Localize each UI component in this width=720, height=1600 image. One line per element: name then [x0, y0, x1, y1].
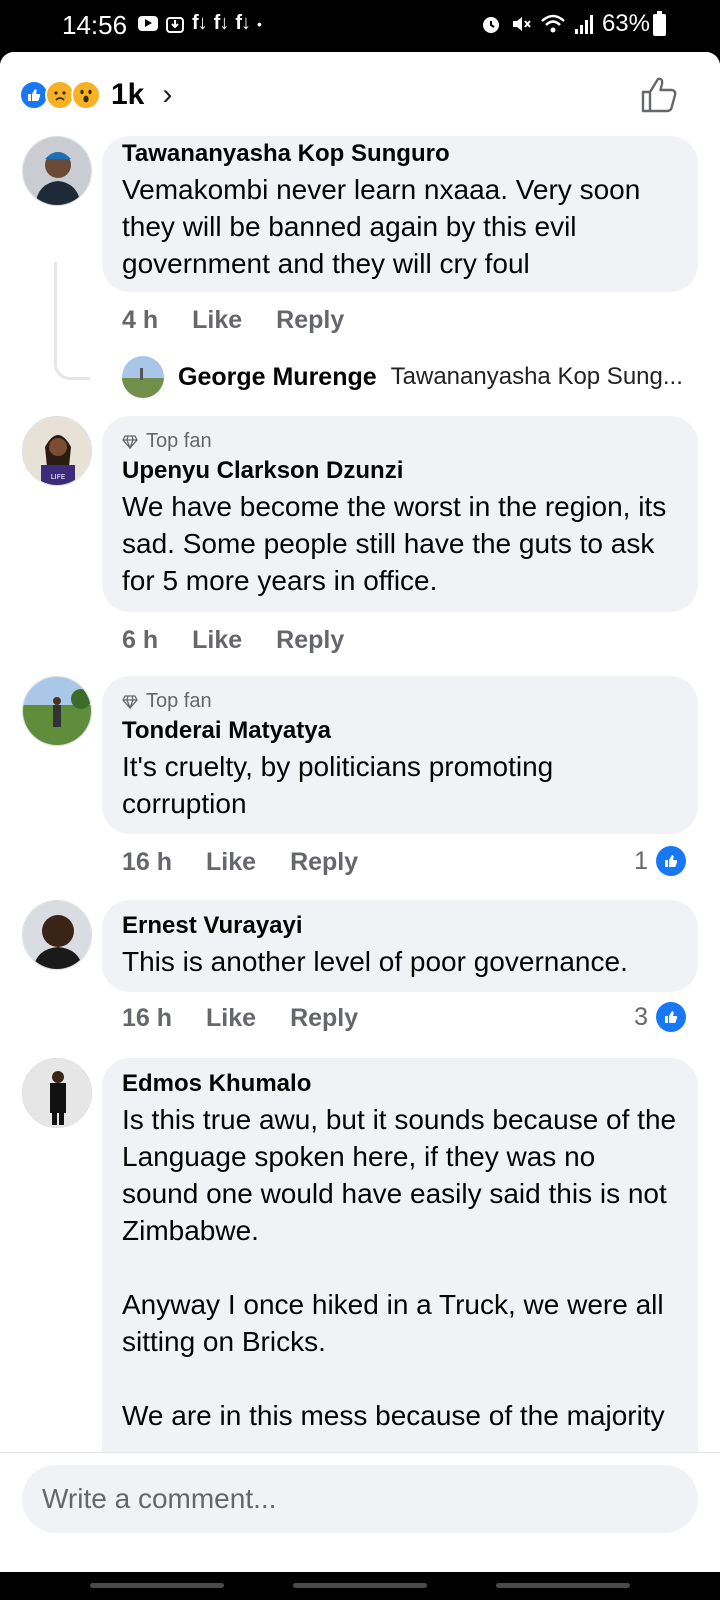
system-icons: 63% [480, 10, 650, 38]
avatar[interactable] [22, 676, 92, 746]
comment-text: This is another level of poor governance… [122, 946, 628, 977]
comment-composer [0, 1452, 720, 1572]
reply-preview[interactable]: George Murenge Tawananyasha Kop Sung... [122, 356, 683, 398]
status-bar: 14:56 f↓ f↓ f↓ • 63% [0, 0, 720, 52]
battery-icon [653, 11, 666, 36]
comment-like-count[interactable]: 1 [634, 846, 686, 876]
like-count-value: 1 [634, 846, 648, 875]
comment-like-count[interactable]: 3 [634, 1002, 686, 1032]
reactions-summary[interactable]: 1k › [19, 78, 172, 112]
comment-time[interactable]: 16 h [122, 1004, 172, 1033]
like-badge-icon [656, 1002, 686, 1032]
comment-actions: 16 h Like Reply [122, 848, 358, 877]
comment-author[interactable]: Upenyu Clarkson Dzunzi [122, 457, 678, 485]
comment-author[interactable]: Edmos Khumalo [122, 1070, 678, 1098]
like-badge-icon [656, 846, 686, 876]
comment-author[interactable]: Tonderai Matyatya [122, 717, 678, 745]
more-notifications-dot: • [257, 15, 262, 32]
reply-button[interactable]: Reply [276, 626, 344, 655]
comment-text: Is this true awu, but it sounds because … [122, 1104, 677, 1431]
wifi-icon [541, 14, 565, 33]
like-button[interactable]: Like [192, 626, 242, 655]
comment-bubble[interactable]: Top fan Tonderai Matyatya It's cruelty, … [102, 676, 698, 834]
reply-button[interactable]: Reply [290, 848, 358, 877]
top-fan-badge: Top fan [122, 430, 678, 453]
nav-back-handle[interactable] [496, 1583, 630, 1588]
alarm-icon [482, 17, 499, 33]
signal-icon [574, 15, 593, 34]
facebook-notification-icon: f↓ [213, 12, 230, 34]
reaction-count: 1k [111, 78, 145, 111]
sheet-header: 1k › [0, 52, 720, 136]
top-fan-label: Top fan [146, 430, 212, 452]
comment-actions: 6 h Like Reply [122, 626, 344, 655]
comment-text: It's cruelty, by politicians promoting c… [122, 751, 562, 819]
chevron-right-icon: › [162, 78, 173, 111]
comment-input[interactable] [22, 1465, 698, 1533]
comment-actions: 16 h Like Reply [122, 1004, 358, 1033]
reply-button[interactable]: Reply [290, 1004, 358, 1033]
notification-icons: f↓ f↓ f↓ • [138, 12, 262, 35]
top-fan-label: Top fan [146, 690, 212, 712]
facebook-notification-icon: f↓ [192, 12, 208, 34]
avatar[interactable] [22, 1058, 92, 1128]
wow-reaction-icon [71, 80, 101, 110]
like-post-icon[interactable] [640, 76, 678, 114]
youtube-icon [138, 16, 158, 31]
comment-text: Vemakombi never learn nxaaa. Very soon t… [122, 174, 649, 279]
top-fan-badge: Top fan [122, 690, 678, 713]
avatar[interactable] [22, 900, 92, 970]
comment-time[interactable]: 16 h [122, 848, 172, 877]
avatar[interactable]: LIFE [22, 416, 92, 486]
comment-time[interactable]: 4 h [122, 306, 158, 335]
like-button[interactable]: Like [206, 1004, 256, 1033]
status-time: 14:56 [62, 10, 128, 40]
nav-recents-handle[interactable] [90, 1583, 224, 1588]
like-count-value: 3 [634, 1002, 648, 1031]
reply-author: George Murenge [178, 362, 377, 391]
like-button[interactable]: Like [206, 848, 256, 877]
avatar[interactable] [22, 136, 92, 206]
reply-button[interactable]: Reply [276, 306, 344, 335]
nav-home-handle[interactable] [293, 1583, 427, 1588]
svg-text:LIFE: LIFE [51, 473, 65, 481]
mute-icon [512, 17, 531, 31]
diamond-icon [122, 694, 138, 709]
comment-author[interactable]: Tawananyasha Kop Sunguro [122, 140, 678, 168]
reply-snippet: Tawananyasha Kop Sung... [390, 363, 683, 390]
comment-bubble[interactable]: Ernest Vurayayi This is another level of… [102, 900, 698, 992]
comment-text: We have become the worst in the region, … [122, 491, 674, 596]
comment-time[interactable]: 6 h [122, 626, 158, 655]
avatar [122, 356, 164, 398]
facebook-notification-icon: f↓ [235, 12, 251, 34]
diamond-icon [122, 434, 138, 449]
comments-sheet: 1k › Tawananyasha Kop Sunguro Vemakombi … [0, 52, 720, 1572]
comment-bubble[interactable]: Top fan Upenyu Clarkson Dzunzi We have b… [102, 416, 698, 612]
system-nav-bar [0, 1572, 720, 1600]
comment-author[interactable]: Ernest Vurayayi [122, 912, 678, 940]
download-icon [166, 16, 184, 33]
reply-thread-line [54, 262, 90, 380]
battery-percent: 63% [601, 10, 650, 37]
comment-actions: 4 h Like Reply [122, 306, 344, 335]
comment-bubble[interactable]: Tawananyasha Kop Sunguro Vemakombi never… [102, 136, 698, 292]
like-button[interactable]: Like [192, 306, 242, 335]
